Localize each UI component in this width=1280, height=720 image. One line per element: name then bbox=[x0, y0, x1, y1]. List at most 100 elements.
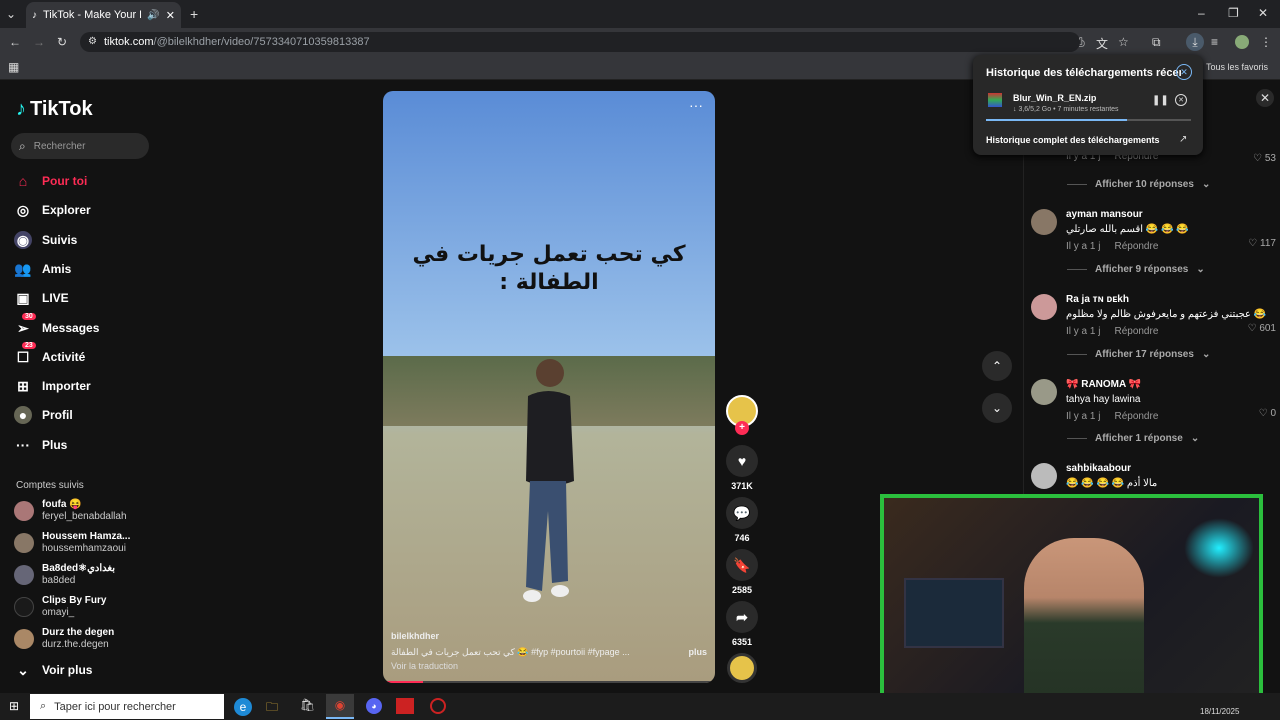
bookmark-star-icon[interactable]: ☆ bbox=[1118, 35, 1129, 49]
chrome-taskbar-button[interactable]: ◉ bbox=[326, 694, 354, 719]
tiktok-logo[interactable]: ♪ TikTok bbox=[16, 98, 93, 121]
account-item[interactable]: Durz the degen durz.the.degen bbox=[14, 625, 154, 653]
reply-button[interactable]: Répondre bbox=[1114, 326, 1158, 337]
avatar[interactable] bbox=[1031, 379, 1057, 405]
avatar[interactable] bbox=[1031, 463, 1057, 489]
comment-like[interactable]: ♡ 53 bbox=[1253, 153, 1276, 164]
reply-button[interactable]: Répondre bbox=[1114, 241, 1158, 252]
mute-icon[interactable]: 🔊 bbox=[147, 10, 159, 21]
nav-profil[interactable]: ● Profil bbox=[14, 403, 154, 427]
media-icon[interactable]: ≡ bbox=[1211, 35, 1218, 49]
chevron-up-icon: ⌃ bbox=[991, 359, 1003, 373]
app-icon[interactable] bbox=[396, 698, 414, 714]
previous-video-button[interactable]: ⌃ bbox=[982, 351, 1012, 381]
avatar[interactable] bbox=[1031, 294, 1057, 320]
nav-plus[interactable]: ··· Plus bbox=[14, 433, 154, 457]
account-item[interactable]: Clips By Fury omayi_ bbox=[14, 593, 154, 621]
nav-pour-toi[interactable]: ⌂ Pour toi bbox=[14, 169, 154, 193]
translate-icon[interactable]: 文 bbox=[1096, 35, 1108, 52]
account-handle: ba8ded bbox=[42, 575, 76, 586]
show-replies-button[interactable]: Afficher 17 réponses ⌄ bbox=[1067, 349, 1210, 360]
edge-icon[interactable]: e bbox=[234, 698, 252, 716]
comment-author[interactable]: Ra ja ᴛɴ ᴅᴇkh bbox=[1066, 294, 1276, 305]
open-external-icon[interactable]: ↗ bbox=[1179, 134, 1187, 145]
browser-tab[interactable]: ♪ TikTok - Make Your Day 🔊 ✕ bbox=[26, 2, 181, 28]
search-icon: ⌕ bbox=[19, 138, 26, 153]
nav-importer[interactable]: ⊞ Importer bbox=[14, 374, 154, 398]
windows-start-icon[interactable]: ⊞ bbox=[9, 699, 19, 713]
full-history-link[interactable]: Historique complet des téléchargements bbox=[986, 135, 1160, 145]
discord-icon[interactable]: ◕ bbox=[366, 698, 382, 714]
extensions-icon[interactable]: ⧉ bbox=[1152, 35, 1161, 50]
taskbar-search-input[interactable]: ⌕ Taper ici pour rechercher bbox=[30, 694, 224, 719]
show-replies-button[interactable]: Afficher 10 réponses ⌄ bbox=[1067, 179, 1210, 190]
download-icon[interactable]: ⤓ bbox=[1186, 33, 1204, 51]
close-window-icon[interactable]: ✕ bbox=[1258, 6, 1268, 20]
like-button[interactable]: ♥ 371K bbox=[724, 445, 760, 491]
save-button[interactable]: 🔖 2585 bbox=[724, 549, 760, 595]
search-input[interactable]: ⌕ Rechercher bbox=[11, 133, 149, 159]
nav-activite[interactable]: ☐ 23 Activité bbox=[14, 342, 154, 369]
download-progress-fill bbox=[986, 119, 1128, 121]
account-item[interactable]: Houssem Hamza... houssemhamzaoui bbox=[14, 529, 154, 557]
tab-list-icon[interactable]: ⌄ bbox=[6, 7, 16, 21]
nav-suivis[interactable]: ◉ Suivis bbox=[14, 228, 154, 252]
creator-avatar-button[interactable]: + bbox=[724, 395, 760, 435]
divider bbox=[1067, 184, 1087, 185]
video-author[interactable]: bilelkhdher bbox=[391, 631, 439, 641]
more-options-icon[interactable]: ··· bbox=[689, 97, 703, 113]
address-field[interactable]: tiktok.com/@bilelkhdher/video/7573340710… bbox=[80, 32, 1080, 52]
close-icon[interactable]: ✕ bbox=[1176, 64, 1192, 80]
see-more-button[interactable]: ⌄ Voir plus bbox=[14, 658, 154, 682]
download-file-name[interactable]: Blur_Win_R_EN.zip bbox=[1013, 93, 1096, 103]
profile-avatar[interactable] bbox=[1235, 35, 1249, 49]
maximize-icon[interactable]: ❐ bbox=[1228, 6, 1239, 20]
comment-like[interactable]: ♡ 601 bbox=[1248, 323, 1276, 334]
store-icon[interactable]: 🛍 bbox=[300, 698, 315, 712]
close-panel-icon[interactable]: ✕ bbox=[1256, 89, 1274, 107]
nav-amis[interactable]: 👥 Amis bbox=[14, 257, 154, 281]
share-button[interactable]: ➦ 6351 bbox=[724, 601, 760, 647]
comment-button[interactable]: 💬 746 bbox=[724, 497, 760, 543]
account-item[interactable]: Ba8ded⚛بغدادي ba8ded bbox=[14, 561, 154, 589]
next-video-button[interactable]: ⌄ bbox=[982, 393, 1012, 423]
comment-text: 😂 😂 😂 😂 مالا أذم bbox=[1066, 478, 1158, 489]
progress-track[interactable] bbox=[383, 681, 715, 683]
nav-messages[interactable]: ➢ 30 Messages bbox=[14, 313, 154, 340]
avatar[interactable] bbox=[1031, 209, 1057, 235]
chevron-down-icon: ⌄ bbox=[991, 401, 1003, 415]
tab-close-icon[interactable]: ✕ bbox=[166, 9, 175, 22]
back-icon[interactable]: ← bbox=[9, 35, 21, 49]
site-info-icon[interactable]: ⚙ bbox=[88, 36, 97, 47]
show-replies-button[interactable]: Afficher 9 réponses ⌄ bbox=[1067, 264, 1205, 275]
apps-grid-icon[interactable]: ▦ bbox=[8, 60, 19, 74]
downloads-title: Historique des téléchargements récents bbox=[986, 67, 1181, 79]
reload-icon[interactable]: ↻ bbox=[57, 35, 67, 49]
account-item[interactable]: foufa 😝 feryel_benabdallah bbox=[14, 497, 154, 525]
comment-author[interactable]: ayman mansour bbox=[1066, 209, 1276, 220]
taskbar-date: 18/11/2025 bbox=[1200, 707, 1240, 716]
nav-live[interactable]: ▣ LIVE bbox=[14, 286, 154, 310]
comment-like[interactable]: ♡ 0 bbox=[1259, 408, 1276, 419]
comment-like[interactable]: ♡ 117 bbox=[1248, 238, 1276, 249]
forward-icon[interactable]: → bbox=[33, 35, 45, 49]
new-tab-icon[interactable]: + bbox=[190, 6, 198, 22]
nav-explorer[interactable]: ◎ Explorer bbox=[14, 198, 154, 222]
comment-author[interactable]: sahbikaabour bbox=[1066, 463, 1276, 474]
monitor-shape bbox=[904, 578, 1004, 648]
minimize-icon[interactable]: – bbox=[1198, 6, 1205, 20]
see-translation-link[interactable]: Voir la traduction bbox=[391, 661, 458, 671]
music-disc-button[interactable] bbox=[724, 653, 760, 683]
video-player[interactable]: ··· كي تحب تعمل جريات في الطفالة : bilel… bbox=[383, 91, 715, 683]
menu-icon[interactable]: ⋮ bbox=[1260, 35, 1272, 49]
all-bookmarks[interactable]: Tous les favoris bbox=[1206, 62, 1268, 72]
comment-author[interactable]: 🎀 RANOMA 🎀 bbox=[1066, 379, 1276, 390]
file-explorer-icon[interactable]: 🗀 bbox=[266, 698, 278, 719]
pause-icon[interactable]: ❚❚ bbox=[1152, 95, 1169, 106]
obs-icon[interactable] bbox=[430, 698, 446, 714]
cancel-download-icon[interactable]: ✕ bbox=[1175, 94, 1187, 106]
show-replies-button[interactable]: Afficher 1 réponse ⌄ bbox=[1067, 433, 1199, 444]
follow-plus-icon[interactable]: + bbox=[735, 421, 749, 435]
reply-button[interactable]: Répondre bbox=[1114, 411, 1158, 422]
caption-more-link[interactable]: plus bbox=[688, 647, 707, 658]
